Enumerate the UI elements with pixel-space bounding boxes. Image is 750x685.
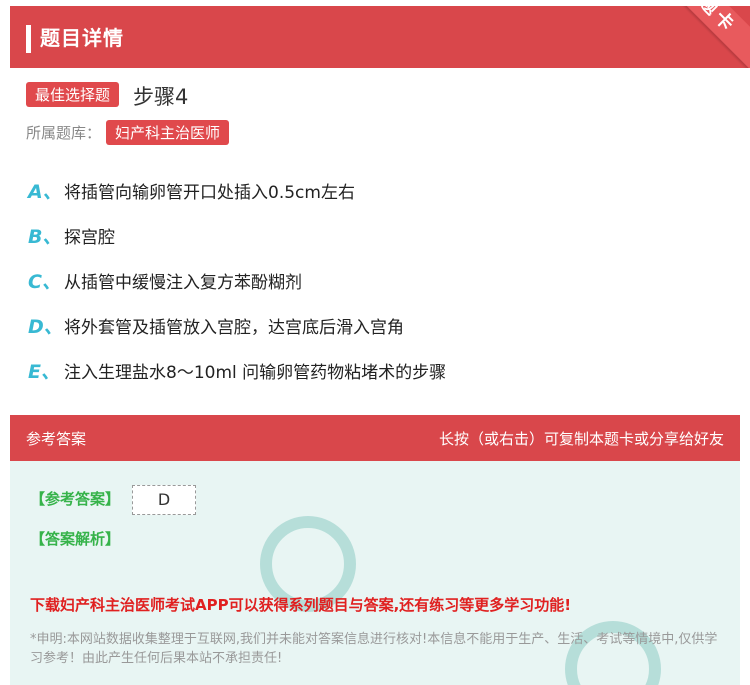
page-title: 题目详情 [40,26,124,50]
answer-header-bar: 参考答案 长按（或右击）可复制本题卡或分享给好友 [10,415,740,461]
header-accent-bar [26,25,31,53]
question-type-badge: 最佳选择题 [26,82,120,107]
bank-name-badge[interactable]: 妇产科主治医师 [106,120,230,145]
option-letter: D、 [28,316,63,338]
option-d[interactable]: D、将外套管及插管放入宫腔，达宫底后滑入宫角 [28,312,404,338]
option-e[interactable]: E、 注入生理盐水8～10ml 问输卵管药物粘堵术的步骤 [28,357,447,383]
corner-label: 题卡 [694,6,741,38]
answer-panel: 【参考答案】 D 【答案解析】 下载妇产科主治医师考试APP可以获得系列题目与答… [10,461,740,685]
disclaimer-text: *申明:本网站数据收集整理于互联网,我们并未能对答案信息进行核对!本信息不能用于… [30,632,718,666]
page-header: 题目详情 题卡 [10,6,750,68]
answer-bar-title: 参考答案 [26,430,87,448]
option-text: 注入生理盐水8～10ml 问输卵管药物粘堵术的步骤 [64,363,447,383]
share-hint: 长按（或右击）可复制本题卡或分享给好友 [438,430,724,448]
option-letter: C、 [28,271,61,293]
question-title: 步骤4 [133,85,189,109]
option-text: 从插管中缓慢注入复方苯酚糊剂 [64,273,302,293]
app-promo-link[interactable]: 下载妇产科主治医师考试APP可以获得系列题目与答案,还有练习等更多学习功能! [30,594,571,615]
option-b[interactable]: B、 探宫腔 [28,222,115,248]
option-text: 探宫腔 [64,228,115,248]
option-letter: A、 [28,181,62,203]
option-letter: E、 [28,361,60,383]
option-a[interactable]: A、 将插管向输卵管开口处插入0.5cm左右 [28,177,355,203]
reference-answer-label: 【参考答案】 [30,490,121,508]
bank-label: 所属题库： [26,124,102,142]
option-letter: B、 [28,226,62,248]
option-text: 将外套管及插管放入宫腔，达宫底后滑入宫角 [64,318,404,338]
corner-ribbon: 题卡 [653,6,750,68]
reference-answer-value: D [132,485,196,515]
explanation-label: 【答案解析】 [30,530,121,548]
option-text: 将插管向输卵管开口处插入0.5cm左右 [64,183,355,203]
option-c[interactable]: C、 从插管中缓慢注入复方苯酚糊剂 [28,267,302,293]
